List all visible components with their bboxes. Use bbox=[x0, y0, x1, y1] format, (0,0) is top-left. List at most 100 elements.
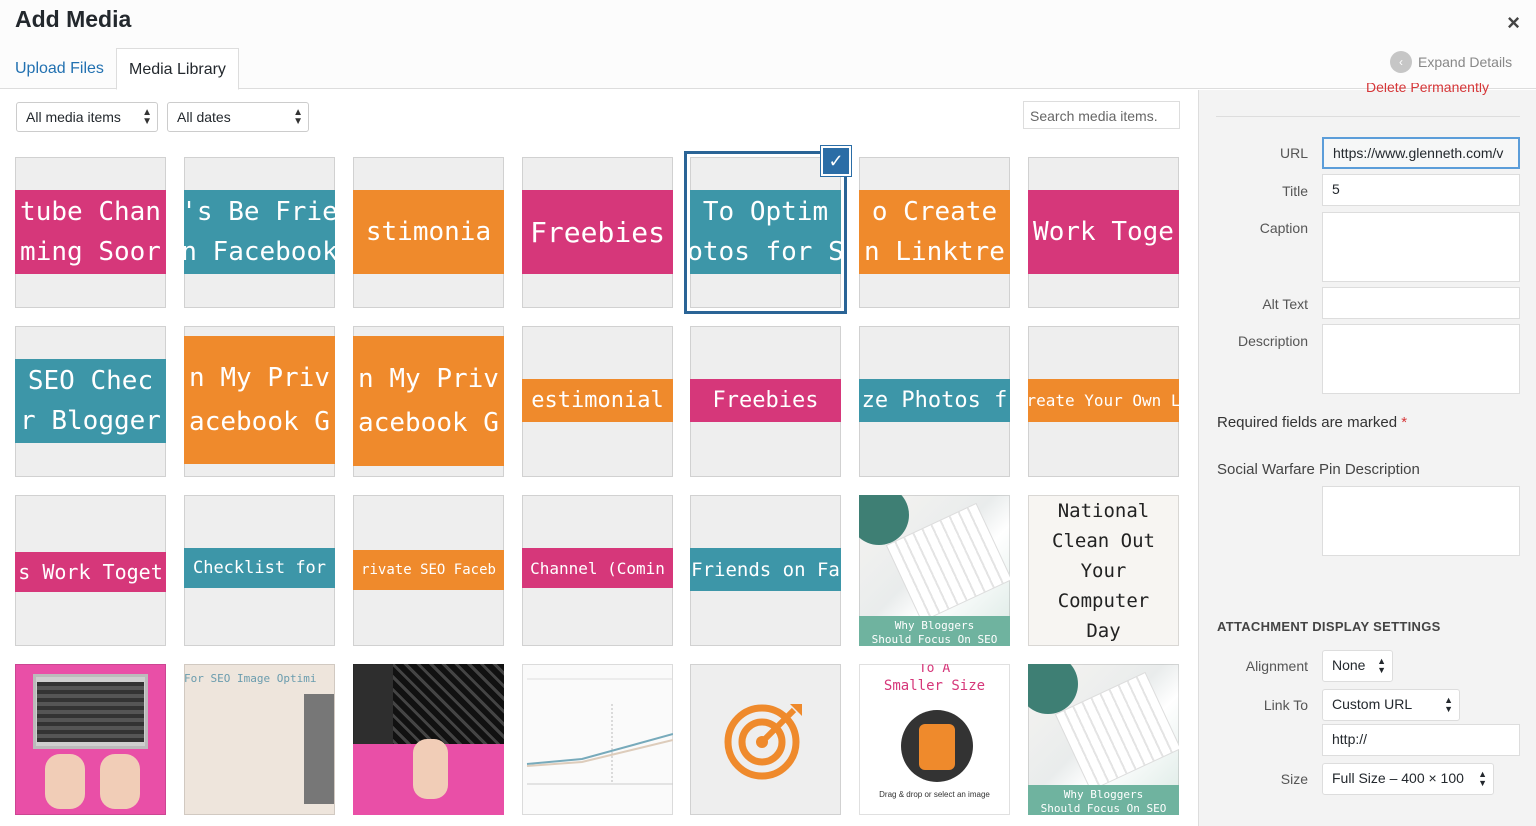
caption-label: Caption bbox=[1259, 220, 1308, 236]
expand-details-label: Expand Details bbox=[1418, 54, 1513, 70]
url-field[interactable]: https://www.glenneth.com/v bbox=[1322, 137, 1520, 169]
thumb-banner: o Create n Linktre bbox=[859, 190, 1010, 274]
description-field[interactable] bbox=[1322, 324, 1520, 394]
media-item[interactable]: Friends on Fa bbox=[690, 495, 841, 646]
media-item[interactable]: reate Your Own L bbox=[1028, 326, 1179, 477]
thumb-text: rivate SEO Faceb bbox=[361, 562, 496, 578]
media-item[interactable] bbox=[522, 664, 673, 815]
thumb-text: Day bbox=[1086, 619, 1121, 642]
thumb-text: Channel (Comin bbox=[530, 558, 665, 578]
divider bbox=[1216, 116, 1520, 117]
thumb-text: To Optim bbox=[702, 197, 829, 227]
thumb-banner: n My Priv acebook G bbox=[353, 336, 504, 466]
caption-field[interactable] bbox=[1322, 212, 1520, 282]
thumb-text: n My Priv bbox=[189, 363, 330, 393]
thumb-banner: SEO Chec r Blogger bbox=[15, 359, 166, 443]
thumb-text: Smaller Size bbox=[883, 678, 986, 694]
thumb-banner: Why Bloggers Should Focus On SEO bbox=[859, 616, 1010, 646]
media-item[interactable]: To A Smaller Size Drag & drop or select … bbox=[859, 664, 1010, 815]
hand-image bbox=[413, 739, 448, 799]
thumb-text: SEO Chec bbox=[27, 366, 154, 396]
select-arrows-icon: ▲ ▼ bbox=[1444, 695, 1453, 714]
alt-text-field[interactable] bbox=[1322, 287, 1520, 319]
close-icon[interactable]: × bbox=[1507, 10, 1520, 36]
media-item[interactable]: Freebies bbox=[690, 326, 841, 477]
thumb-text: Checklist for bbox=[192, 558, 327, 578]
thumb-text: s Work Toget bbox=[18, 560, 163, 584]
media-item[interactable]: National Clean Out Your Computer Day bbox=[1028, 495, 1179, 646]
title-field[interactable]: 5 bbox=[1322, 174, 1520, 206]
thumb-text: Work Toge bbox=[1033, 217, 1174, 247]
alignment-select[interactable]: None ▲ ▼ bbox=[1322, 650, 1393, 682]
thumb-banner: Why Bloggers Should Focus On SEO bbox=[1028, 785, 1179, 815]
thumb-text: r Blogger bbox=[20, 406, 161, 436]
delete-permanently-link[interactable]: Delete Permanently bbox=[1366, 83, 1489, 97]
tab-upload-files[interactable]: Upload Files bbox=[3, 48, 116, 90]
swp-description-field[interactable] bbox=[1322, 486, 1520, 556]
media-item[interactable]: Why Bloggers Should Focus On SEO bbox=[859, 495, 1010, 646]
keyboard-image bbox=[37, 682, 144, 742]
media-item[interactable]: estimonial bbox=[522, 326, 673, 477]
size-value: Full Size – 400 × 100 bbox=[1332, 770, 1464, 786]
thumb-text: National bbox=[1057, 499, 1150, 522]
media-item[interactable] bbox=[353, 664, 504, 815]
media-type-filter[interactable]: All media items ▲ ▼ bbox=[16, 102, 158, 132]
media-item[interactable]: s Work Toget bbox=[15, 495, 166, 646]
swp-label: Social Warfare Pin Description bbox=[1217, 461, 1420, 478]
chevron-left-icon: ‹ bbox=[1390, 51, 1412, 73]
alignment-label: Alignment bbox=[1245, 658, 1308, 674]
thumb-banner: To Optim otos for S bbox=[690, 190, 841, 274]
title-label: Title bbox=[1282, 183, 1308, 199]
thumb-banner: ze Photos f bbox=[859, 379, 1010, 422]
media-item[interactable]: n My Priv acebook G bbox=[184, 326, 335, 477]
thumb-banner: Freebies bbox=[522, 190, 673, 274]
media-item[interactable]: Work Toge bbox=[1028, 157, 1179, 308]
thumb-banner: n My Priv acebook G bbox=[184, 336, 335, 464]
thumb-banner: Friends on Fa bbox=[690, 548, 841, 591]
media-item[interactable]: For SEO Image Optimi bbox=[184, 664, 335, 815]
size-select[interactable]: Full Size – 400 × 100 ▲ ▼ bbox=[1322, 763, 1494, 795]
media-item-selected[interactable]: To Optim otos for S bbox=[684, 151, 847, 314]
media-item[interactable]: SEO Chec r Blogger bbox=[15, 326, 166, 477]
select-arrows-icon: ▲ ▼ bbox=[293, 107, 303, 127]
thumb-banner: stimonia bbox=[353, 190, 504, 274]
expand-details-button[interactable]: ‹ Expand Details bbox=[1390, 51, 1512, 73]
thumb-banner: 's Be Frie n Facebook bbox=[184, 190, 335, 274]
thumb-text: acebook G bbox=[358, 408, 499, 438]
thumb-text-block: National Clean Out Your Computer Day bbox=[1028, 495, 1179, 646]
media-item[interactable]: Why Bloggers Should Focus On SEO bbox=[1028, 664, 1179, 815]
media-item[interactable] bbox=[690, 664, 841, 815]
thumb-text: Friends on Fa bbox=[691, 558, 840, 581]
media-item[interactable]: Checklist for bbox=[184, 495, 335, 646]
modal-title: Add Media bbox=[15, 6, 132, 32]
media-item[interactable] bbox=[15, 664, 166, 815]
alt-text-label: Alt Text bbox=[1262, 296, 1308, 312]
media-item[interactable]: ze Photos f bbox=[859, 326, 1010, 477]
search-input[interactable]: Search media items. bbox=[1023, 101, 1180, 129]
required-text: Required fields are marked bbox=[1217, 414, 1398, 431]
link-to-value: Custom URL bbox=[1332, 696, 1413, 712]
media-item[interactable]: Freebies bbox=[522, 157, 673, 308]
thumb-text: Freebies bbox=[530, 215, 665, 249]
media-item[interactable]: stimonia bbox=[353, 157, 504, 308]
link-to-select[interactable]: Custom URL ▲ ▼ bbox=[1322, 689, 1460, 721]
thumb-text: ming Soor bbox=[20, 237, 161, 267]
media-item[interactable]: Channel (Comin bbox=[522, 495, 673, 646]
media-item[interactable]: tube Chan ming Soor bbox=[15, 157, 166, 308]
tab-media-library[interactable]: Media Library bbox=[116, 48, 239, 90]
dropzone-icon bbox=[901, 710, 973, 782]
hand-image bbox=[100, 754, 140, 809]
thumb-text: Your bbox=[1080, 559, 1127, 582]
media-item[interactable]: o Create n Linktre bbox=[859, 157, 1010, 308]
thumb-banner: Checklist for bbox=[184, 548, 335, 588]
media-item[interactable]: n My Priv acebook G bbox=[353, 326, 504, 477]
date-filter[interactable]: All dates ▲ ▼ bbox=[167, 102, 309, 132]
thumb-banner: reate Your Own L bbox=[1028, 379, 1179, 422]
media-item[interactable]: 's Be Frie n Facebook bbox=[184, 157, 335, 308]
link-url-field[interactable]: http:// bbox=[1322, 724, 1520, 756]
checkmark-icon[interactable]: ✓ bbox=[821, 146, 851, 176]
display-settings-heading: ATTACHMENT DISPLAY SETTINGS bbox=[1217, 619, 1441, 634]
thumb-text: acebook G bbox=[189, 407, 330, 437]
media-item[interactable]: rivate SEO Faceb bbox=[353, 495, 504, 646]
chart-screenshot bbox=[526, 678, 673, 785]
